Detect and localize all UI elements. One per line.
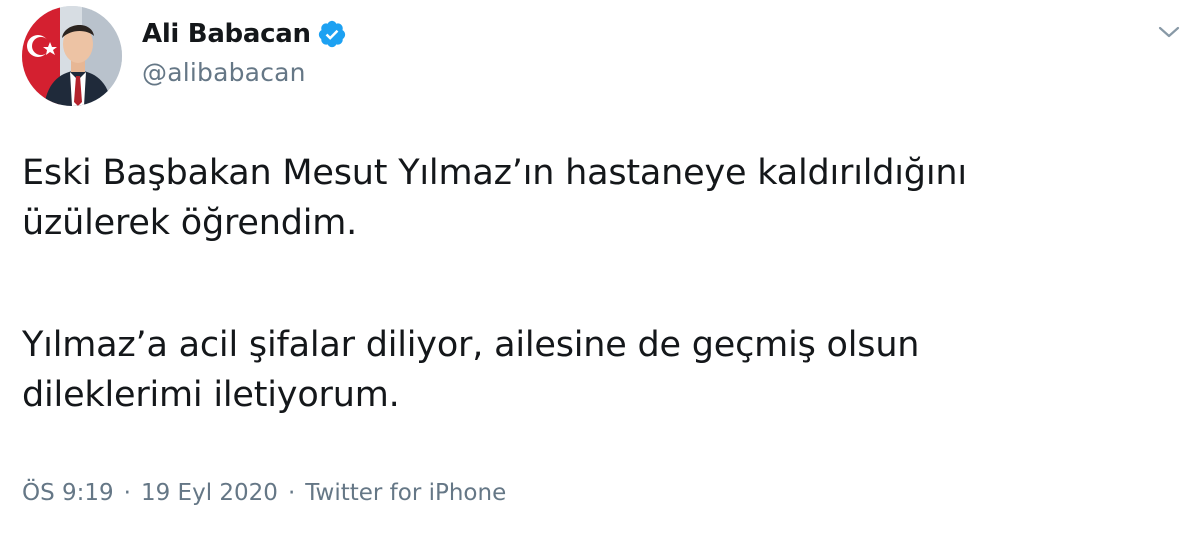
- tweet-time[interactable]: ÖS 9:19: [22, 480, 114, 506]
- author-display-name[interactable]: Ali Babacan: [142, 19, 311, 49]
- tweet-source[interactable]: Twitter for iPhone: [305, 480, 506, 506]
- meta-separator: ·: [123, 480, 131, 506]
- tweet-line: üzülerek öğrendim.: [22, 203, 358, 243]
- tweet-text: Eski Başbakan Mesut Yılmaz’ın hastaneye …: [22, 148, 1182, 420]
- meta-separator: ·: [287, 480, 296, 506]
- tweet-line: Eski Başbakan Mesut Yılmaz’ın hastaneye …: [22, 153, 967, 193]
- avatar-image: [22, 6, 122, 106]
- author-name-row[interactable]: Ali Babacan: [142, 16, 347, 52]
- chevron-down-icon[interactable]: [1156, 22, 1182, 42]
- avatar[interactable]: [22, 6, 122, 106]
- tweet-card: Ali Babacan @alibabacan Eski Başbakan Me…: [0, 0, 1200, 536]
- tweet-line: Yılmaz’a acil şifalar diliyor, ailesine …: [22, 325, 920, 365]
- verified-badge-icon: [317, 19, 347, 49]
- tweet-line: dileklerimi iletiyorum.: [22, 375, 400, 415]
- tweet-date[interactable]: 19 Eyl 2020: [141, 480, 278, 506]
- author-handle[interactable]: @alibabacan: [142, 58, 306, 87]
- tweet-paragraph-1: Eski Başbakan Mesut Yılmaz’ın hastaneye …: [22, 148, 1182, 248]
- tweet-paragraph-2: Yılmaz’a acil şifalar diliyor, ailesine …: [22, 320, 1182, 420]
- tweet-meta: ÖS 9:19 · 19 Eyl 2020 · Twitter for iPho…: [22, 480, 506, 506]
